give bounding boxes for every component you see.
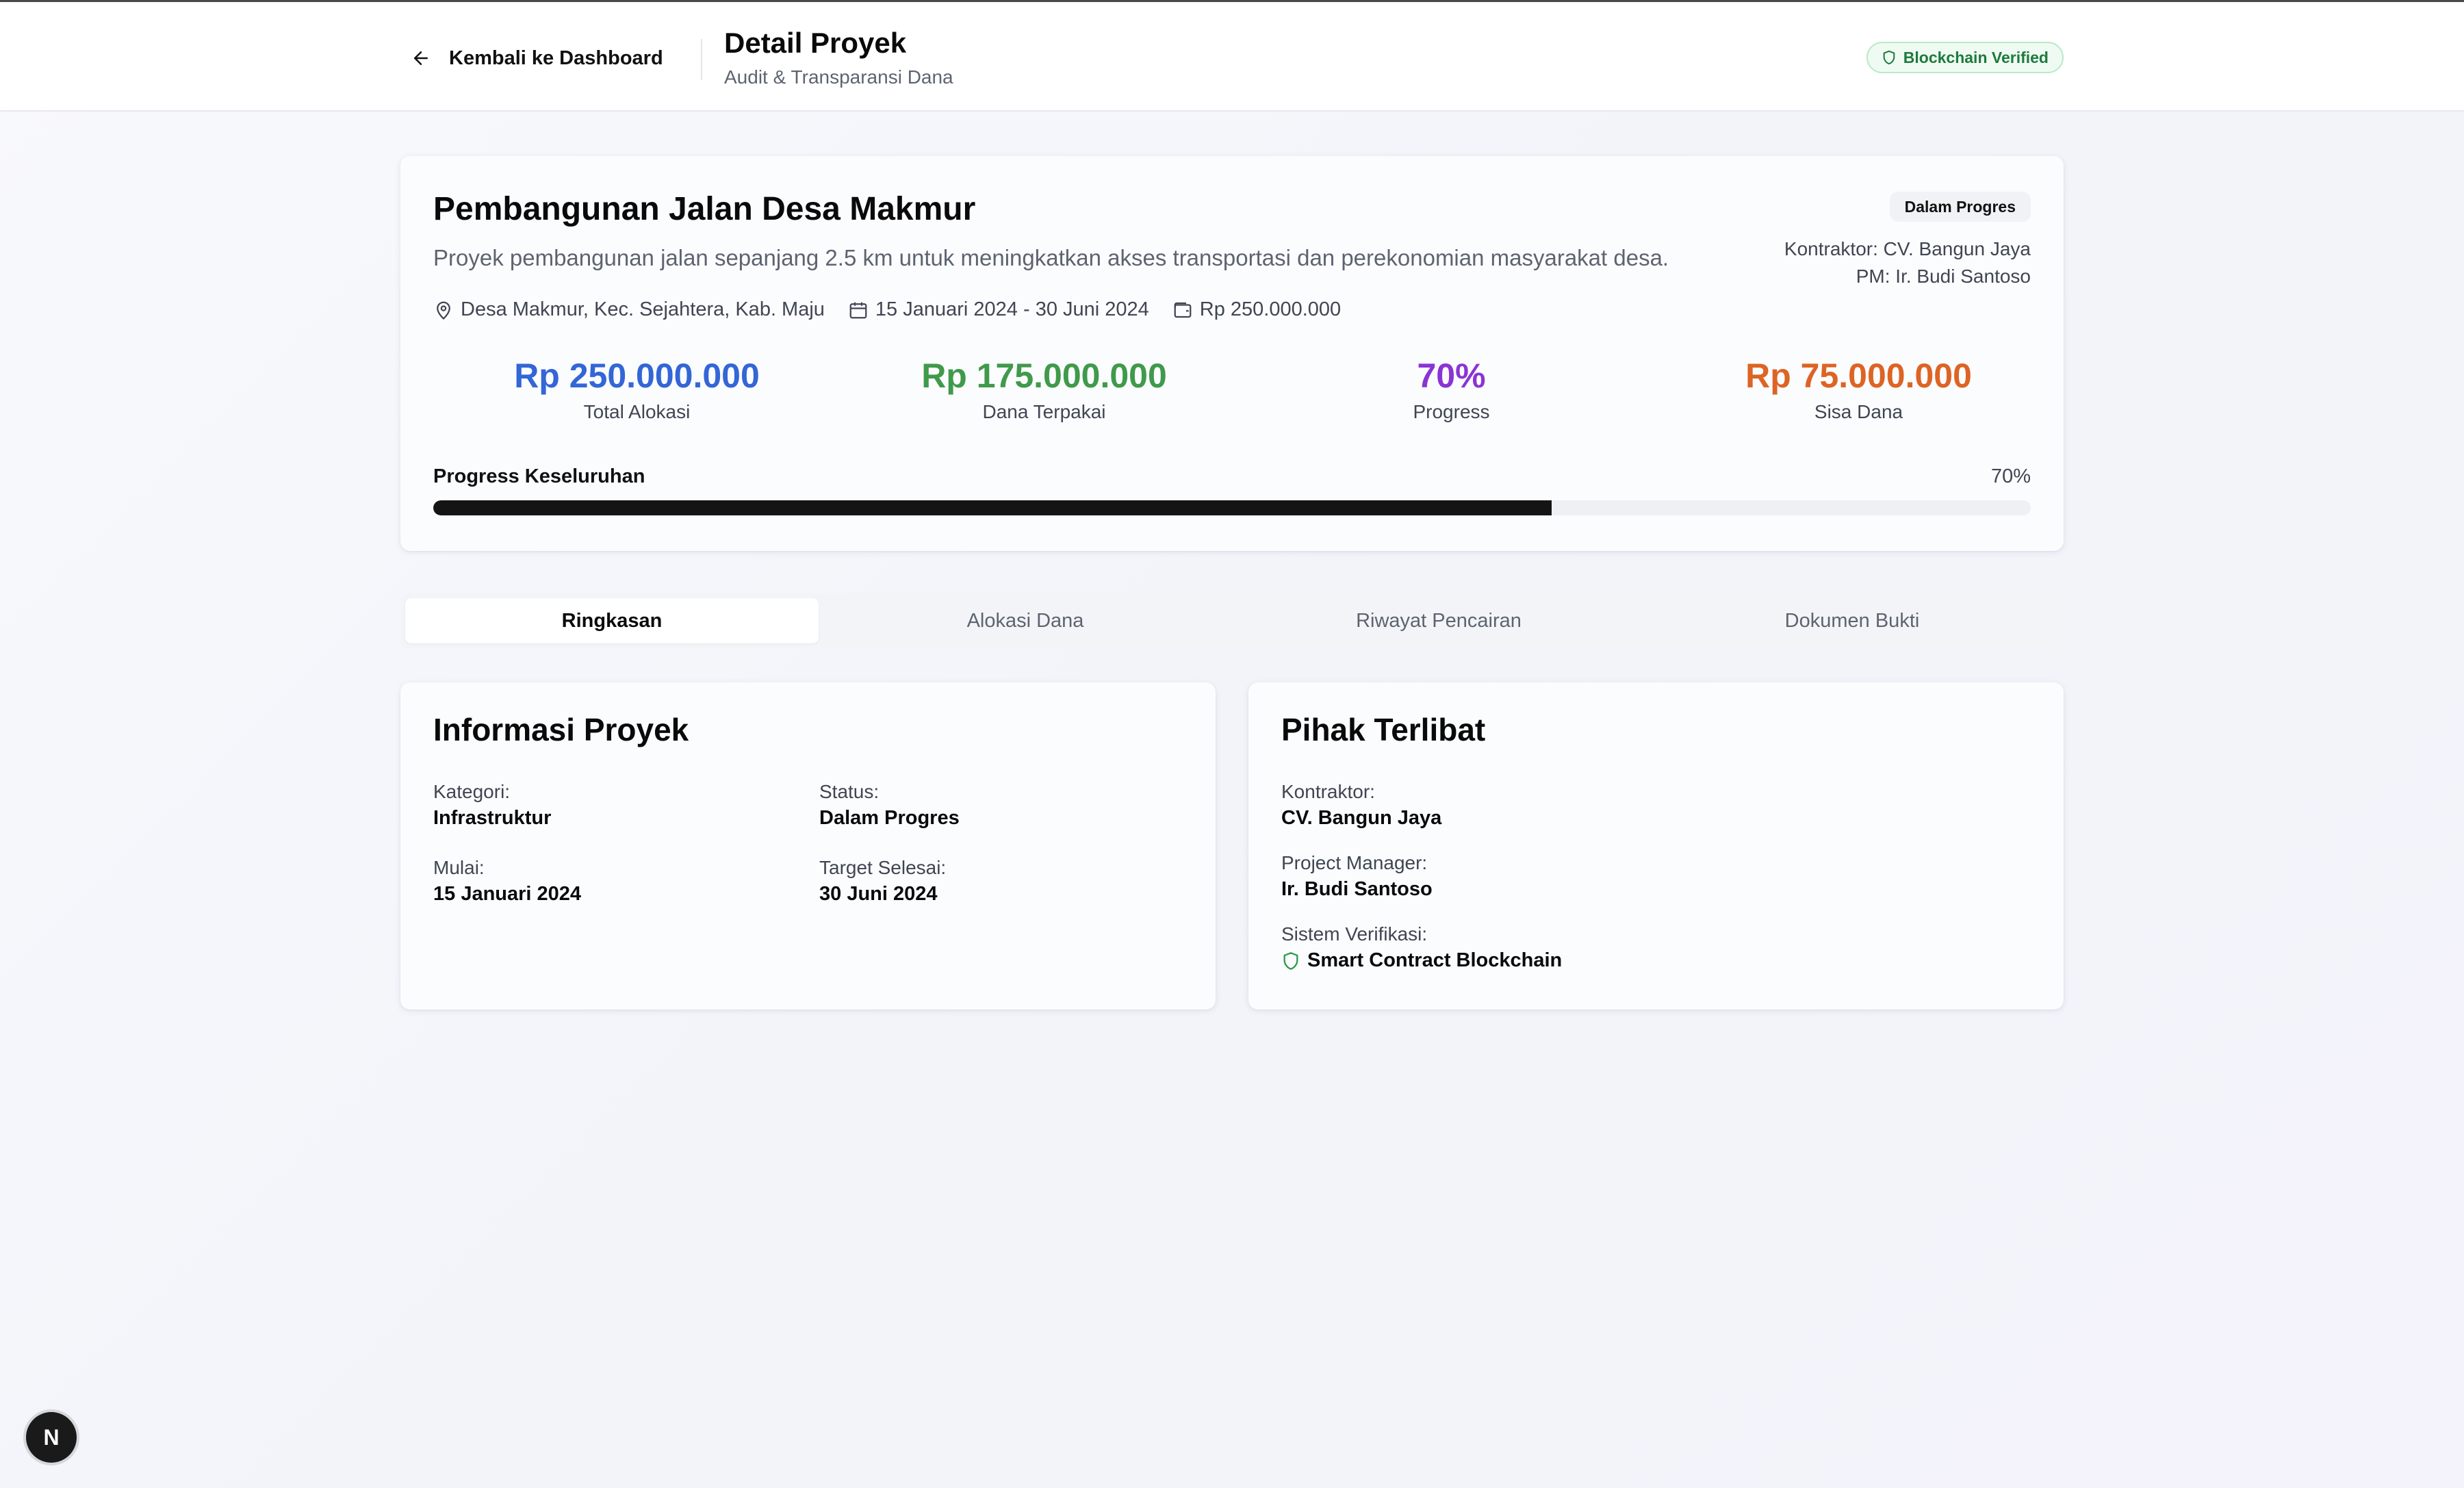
field-kategori: Kategori: Infrastruktur <box>433 781 551 830</box>
project-summary-card: Pembangunan Jalan Desa Makmur Proyek pem… <box>400 156 2064 551</box>
status-badge: Dalam Progres <box>1889 192 2031 222</box>
shield-icon <box>1283 951 1298 970</box>
verified-label: Blockchain Verified <box>1903 48 2049 66</box>
project-description: Proyek pembangunan jalan sepanjang 2.5 k… <box>433 245 1669 270</box>
progress-bar <box>433 500 2031 515</box>
project-info-card: Informasi Proyek Kategori: Infrastruktur… <box>400 682 1216 1010</box>
page-title: Detail Proyek <box>724 27 907 59</box>
date-meta: 15 Januari 2024 - 30 Juni 2024 <box>848 298 1149 321</box>
calendar-icon <box>849 302 867 318</box>
tab-alokasi-dana[interactable]: Alokasi Dana <box>819 598 1232 643</box>
arrow-left-icon <box>414 51 428 65</box>
tab-ringkasan[interactable]: Ringkasan <box>405 598 819 643</box>
date-text: 15 Januari 2024 - 30 Juni 2024 <box>875 298 1149 320</box>
field-label: Target Selesai: <box>819 857 947 878</box>
parties-card-title: Pihak Terlibat <box>1281 712 1486 747</box>
field-project-manager: Project Manager: Ir. Budi Santoso <box>1281 852 1433 901</box>
back-to-dashboard-button[interactable]: Kembali ke Dashboard <box>411 38 663 79</box>
contractor-line: Kontraktor: CV. Bangun Jaya <box>1784 238 2031 259</box>
field-value: Ir. Budi Santoso <box>1281 878 1433 900</box>
location-text: Desa Makmur, Kec. Sejahtera, Kab. Maju <box>461 298 825 320</box>
field-label: Sistem Verifikasi: <box>1281 923 1428 945</box>
progress-bar-fill <box>433 500 1552 515</box>
shield-icon <box>1883 50 1895 65</box>
stat-label: Sisa Dana <box>1814 401 1903 422</box>
top-header: Kembali ke Dashboard Detail Proyek Audit… <box>0 0 2464 112</box>
project-people: Kontraktor: CV. Bangun Jaya PM: Ir. Budi… <box>1784 235 2031 290</box>
tab-dokumen-bukti[interactable]: Dokumen Bukti <box>1645 598 2059 643</box>
blockchain-verified-badge: Blockchain Verified <box>1866 42 2064 73</box>
stat-sisa-dana: Rp 75.000.000 Sisa Dana <box>1655 356 2062 423</box>
field-value: 30 Juni 2024 <box>819 883 938 905</box>
field-label: Kategori: <box>433 781 511 802</box>
field-kontraktor: Kontraktor: CV. Bangun Jaya <box>1281 781 1441 830</box>
wallet-icon <box>1174 302 1192 318</box>
field-value: CV. Bangun Jaya <box>1281 807 1442 829</box>
stat-value: 70% <box>1417 357 1486 395</box>
stat-label: Progress <box>1413 401 1490 422</box>
tab-riwayat-pencairan[interactable]: Riwayat Pencairan <box>1232 598 1645 643</box>
stat-total-alokasi: Rp 250.000.000 Total Alokasi <box>433 356 840 423</box>
map-pin-icon <box>437 301 450 320</box>
parties-card: Pihak Terlibat Kontraktor: CV. Bangun Ja… <box>1248 682 2064 1010</box>
budget-meta: Rp 250.000.000 <box>1172 298 1341 321</box>
field-value: Smart Contract Blockchain <box>1281 949 1562 972</box>
field-label: Project Manager: <box>1281 852 1428 873</box>
field-target-selesai: Target Selesai: 30 Juni 2024 <box>819 857 946 906</box>
stats-row: Rp 250.000.000 Total Alokasi Rp 175.000.… <box>400 356 2064 431</box>
project-meta: Desa Makmur, Kec. Sejahtera, Kab. Maju 1… <box>433 298 1341 321</box>
field-sistem-verifikasi: Sistem Verifikasi: Smart Contract Blockc… <box>1281 923 1562 972</box>
stat-label: Dana Terpakai <box>982 401 1106 422</box>
dev-tools-badge[interactable]: N <box>26 1412 77 1463</box>
field-mulai: Mulai: 15 Januari 2024 <box>433 857 581 906</box>
field-label: Mulai: <box>433 857 485 878</box>
stat-value: Rp 75.000.000 <box>1745 357 1972 395</box>
back-label: Kembali ke Dashboard <box>449 47 663 69</box>
budget-text: Rp 250.000.000 <box>1199 298 1342 320</box>
field-value: Infrastruktur <box>433 807 552 829</box>
progress-percent: 70% <box>1990 465 2031 487</box>
header-divider <box>701 39 702 80</box>
pm-line: PM: Ir. Budi Santoso <box>1856 266 2031 287</box>
stat-progress: 70% Progress <box>1248 356 1655 423</box>
field-value: 15 Januari 2024 <box>433 883 582 905</box>
tab-bar: Ringkasan Alokasi Dana Riwayat Pencairan… <box>400 593 2064 648</box>
stat-dana-terpakai: Rp 175.000.000 Dana Terpakai <box>840 356 1248 423</box>
field-status: Status: Dalam Progres <box>819 781 960 830</box>
stat-label: Total Alokasi <box>583 401 691 422</box>
verification-system-text: Smart Contract Blockchain <box>1307 949 1563 971</box>
page-subtitle: Audit & Transparansi Dana <box>724 66 953 88</box>
field-label: Kontraktor: <box>1281 781 1375 802</box>
stat-value: Rp 175.000.000 <box>921 357 1167 395</box>
info-card-title: Informasi Proyek <box>433 712 689 747</box>
project-title: Pembangunan Jalan Desa Makmur <box>433 191 976 227</box>
field-label: Status: <box>819 781 880 802</box>
stat-value: Rp 250.000.000 <box>514 357 760 395</box>
progress-label: Progress Keseluruhan <box>433 465 645 487</box>
field-value: Dalam Progres <box>819 807 960 829</box>
location-meta: Desa Makmur, Kec. Sejahtera, Kab. Maju <box>433 298 825 321</box>
